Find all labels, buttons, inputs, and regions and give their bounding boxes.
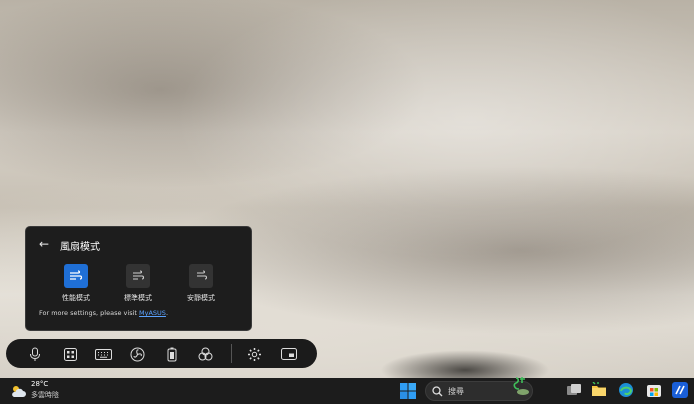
fan-mode-performance[interactable]: 性能模式 (51, 264, 101, 303)
color-circles-icon[interactable] (197, 346, 213, 362)
settings-gear-icon[interactable] (246, 346, 262, 362)
search-placeholder: 搜尋 (448, 387, 464, 396)
taskbar: 28°C 多雲時陰 搜尋 (0, 377, 694, 404)
file-explorer-icon[interactable] (591, 381, 607, 398)
windows-start-icon[interactable] (400, 383, 416, 399)
cloudy-weather-icon[interactable] (10, 383, 26, 397)
footer-end: . (165, 309, 169, 317)
picture-in-picture-icon[interactable] (281, 346, 297, 362)
back-arrow-icon[interactable]: ← (39, 237, 49, 251)
fan-mode-whisper[interactable]: 安靜模式 (176, 264, 226, 303)
battery-icon[interactable] (164, 346, 180, 362)
keyboard-icon[interactable] (94, 346, 112, 362)
weather-description[interactable]: 多雲時陰 (31, 390, 59, 400)
fan-standard-icon (126, 264, 150, 288)
myasus-app-icon[interactable] (672, 382, 688, 398)
fan-mode-flyout: ← 風扇模式 性能模式 標準模式 安靜模式 For more settings,… (25, 226, 252, 331)
mode-label: 安靜模式 (187, 294, 215, 302)
search-highlight-icon (513, 377, 529, 395)
search-icon (432, 386, 443, 397)
fan-mode-standard[interactable]: 標準模式 (113, 264, 163, 303)
fan-performance-icon (64, 264, 88, 288)
fan-icon[interactable] (129, 346, 145, 362)
mode-label: 標準模式 (124, 294, 152, 302)
toolbar-divider (231, 344, 232, 363)
fan-whisper-icon (189, 264, 213, 288)
edge-browser-icon[interactable] (618, 382, 634, 398)
quick-toolbar (6, 339, 317, 368)
grid-apps-icon[interactable] (62, 346, 78, 362)
footer-text: For more settings, please visit (39, 309, 140, 317)
flyout-title: 風扇模式 (60, 242, 100, 253)
weather-temperature[interactable]: 28°C (31, 380, 48, 388)
microsoft-store-icon[interactable] (646, 382, 662, 398)
taskbar-search-box[interactable]: 搜尋 (425, 377, 533, 401)
mode-label: 性能模式 (62, 294, 90, 302)
task-view-icon[interactable] (566, 382, 582, 398)
flyout-footer: For more settings, please visit MyASUS. (39, 309, 168, 317)
myasus-link[interactable]: MyASUS (139, 309, 166, 317)
microphone-icon[interactable] (27, 346, 43, 362)
